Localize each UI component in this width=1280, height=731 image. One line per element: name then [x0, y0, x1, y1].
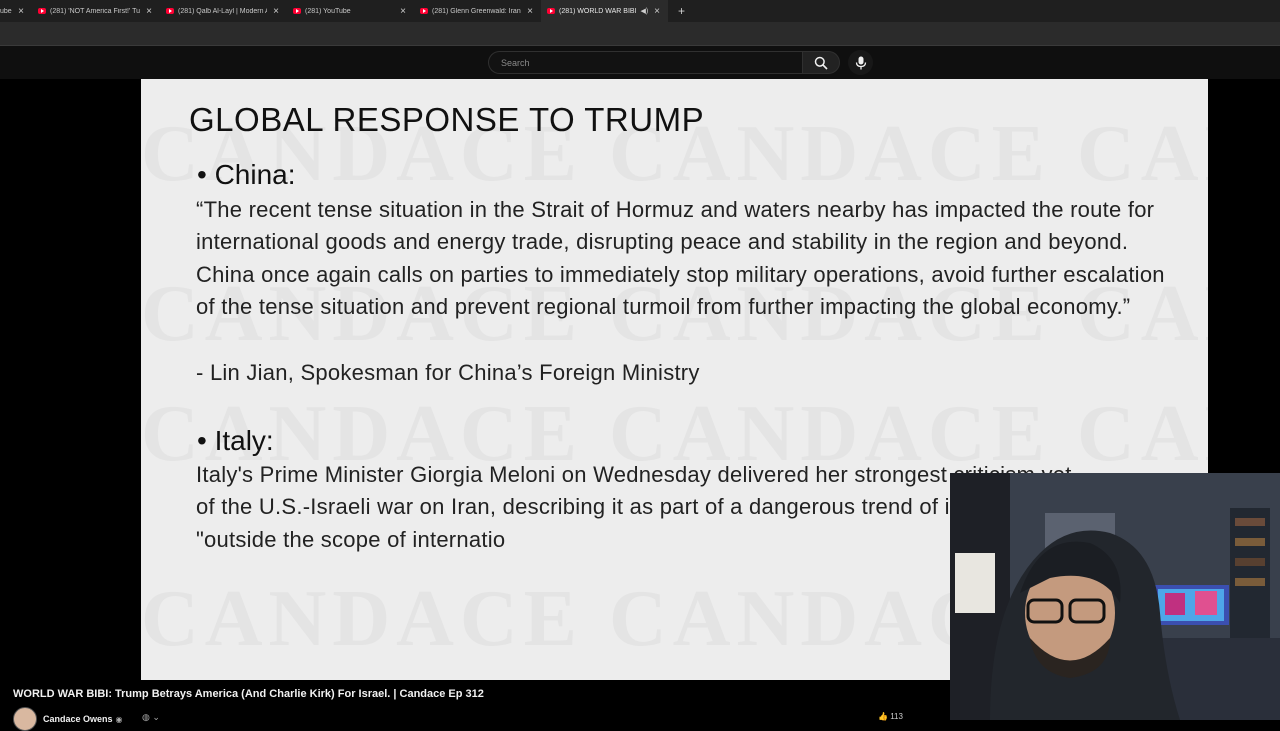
youtube-favicon-icon [38, 8, 46, 14]
close-tab-icon[interactable]: × [146, 6, 152, 17]
close-tab-icon[interactable]: × [400, 6, 406, 17]
close-tab-icon[interactable]: × [18, 6, 24, 17]
speaker-icon[interactable]: ◀) [640, 7, 648, 15]
bell-icon[interactable]: ◍ ⌄ [142, 712, 160, 723]
browser-tab-active[interactable]: (281) WORLD WAR BIBI: Tr ◀) × [541, 0, 668, 22]
microphone-icon [855, 56, 866, 69]
channel-avatar[interactable] [13, 707, 37, 731]
tab-title: ube [0, 7, 12, 15]
browser-tab[interactable]: (281) YouTube × [287, 0, 414, 22]
browser-tab[interactable]: (281) 'NOT America First!' Tuck × [32, 0, 160, 22]
channel-name[interactable]: Candace Owens [43, 714, 113, 724]
search-button[interactable] [802, 51, 840, 74]
close-tab-icon[interactable]: × [273, 6, 279, 17]
close-tab-icon[interactable]: × [527, 6, 533, 17]
search-box [488, 51, 803, 74]
tab-title: (281) YouTube [305, 7, 351, 15]
verified-icon: ◉ [115, 714, 123, 724]
youtube-header [0, 46, 1280, 79]
tab-title: (281) WORLD WAR BIBI: Tr [559, 7, 638, 15]
webcam-overlay [950, 473, 1280, 720]
search-icon [814, 56, 828, 70]
browser-tab-strip: ube × (281) 'NOT America First!' Tuck × … [0, 0, 1280, 22]
italy-heading: • Italy: [197, 425, 274, 456]
china-heading: • China: [197, 159, 296, 190]
china-attribution: - Lin Jian, Spokesman for China’s Foreig… [196, 360, 700, 385]
youtube-favicon-icon [547, 8, 555, 14]
youtube-favicon-icon [420, 8, 428, 14]
browser-tab[interactable]: ube × [0, 0, 32, 22]
slide-title: GLOBAL RESPONSE TO TRUMP [189, 101, 705, 138]
youtube-favicon-icon [293, 8, 301, 14]
new-tab-icon[interactable]: + [678, 4, 685, 18]
close-tab-icon[interactable]: × [654, 6, 660, 17]
video-title[interactable]: WORLD WAR BIBI: Trump Betrays America (A… [13, 688, 484, 700]
address-bar-area[interactable] [0, 22, 1280, 46]
channel-info[interactable]: Candace Owens ◉ [13, 707, 123, 731]
browser-tab[interactable]: (281) Qalb Al-Layl | Modern Ar × [160, 0, 287, 22]
tab-title: (281) Glenn Greenwald: Iran W [432, 7, 522, 15]
search-input[interactable] [489, 52, 803, 73]
tab-title: (281) Qalb Al-Layl | Modern Ar [178, 7, 268, 15]
china-quote: “The recent tense situation in the Strai… [196, 197, 1165, 320]
tab-title: (281) 'NOT America First!' Tuck [50, 7, 141, 15]
voice-search-button[interactable] [848, 50, 873, 75]
youtube-favicon-icon [166, 8, 174, 14]
webcam-person-image [950, 473, 1280, 720]
browser-tab[interactable]: (281) Glenn Greenwald: Iran W × [414, 0, 541, 22]
